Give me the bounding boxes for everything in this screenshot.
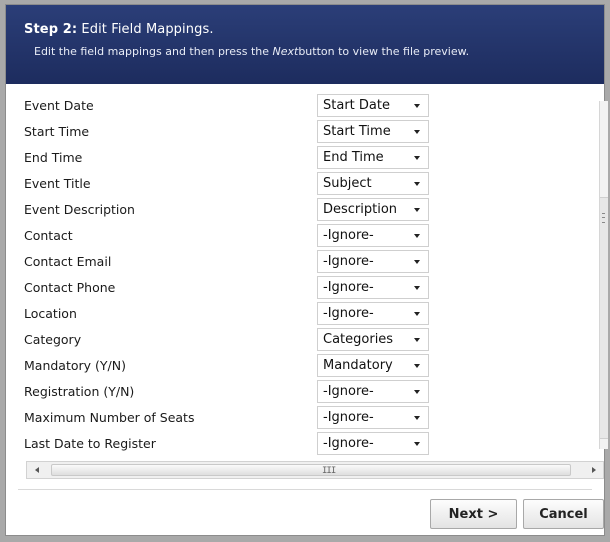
mapping-row: Contact Phone -Ignore- — [18, 275, 598, 300]
chevron-down-icon — [414, 338, 420, 342]
mapping-select-value: Start Time — [323, 124, 391, 139]
mapping-select-value: Start Date — [323, 98, 390, 113]
footer-divider — [18, 489, 592, 490]
field-label: End Time — [24, 150, 83, 165]
scroll-right-button[interactable] — [582, 462, 604, 478]
mapping-select-value: Mandatory — [323, 358, 393, 373]
instruction-post: button to view the file preview. — [298, 45, 470, 58]
mapping-select[interactable]: -Ignore- — [317, 276, 429, 299]
mapping-grid: Event Date Start Date Start Time Start Time… — [18, 93, 598, 465]
mapping-select-value: -Ignore- — [323, 436, 374, 451]
next-button[interactable]: Next > — [430, 499, 517, 529]
mapping-row: Event Description Description — [18, 197, 598, 222]
mapping-row: Event Title Subject — [18, 171, 598, 196]
mapping-select[interactable]: Mandatory — [317, 354, 429, 377]
mapping-row: Contact -Ignore- — [18, 223, 598, 248]
field-label: Contact — [24, 228, 73, 243]
mapping-select[interactable]: -Ignore- — [317, 406, 429, 429]
mapping-select-value: -Ignore- — [323, 410, 374, 425]
mapping-select-value: Categories — [323, 332, 394, 347]
mapping-select[interactable]: -Ignore- — [317, 250, 429, 273]
chevron-down-icon — [414, 208, 420, 212]
chevron-down-icon — [414, 312, 420, 316]
scroll-left-button[interactable] — [27, 462, 49, 478]
mapping-row: Event Date Start Date — [18, 93, 598, 118]
chevron-down-icon — [414, 104, 420, 108]
vertical-scrollbar[interactable] — [599, 101, 608, 449]
mapping-select-value: Description — [323, 202, 398, 217]
mapping-select[interactable]: Description — [317, 198, 429, 221]
dialog-header: Step 2: Edit Field Mappings. Edit the fi… — [6, 5, 604, 84]
arrow-left-icon — [35, 467, 39, 473]
arrow-right-icon — [592, 467, 596, 473]
field-label: Event Title — [24, 176, 91, 191]
chevron-down-icon — [414, 442, 420, 446]
header-title: Step 2: Edit Field Mappings. — [24, 22, 214, 37]
mapping-row: Location -Ignore- — [18, 301, 598, 326]
field-label: Contact Email — [24, 254, 112, 269]
chevron-down-icon — [414, 156, 420, 160]
scroll-grip-icon — [602, 213, 605, 223]
mapping-select[interactable]: Subject — [317, 172, 429, 195]
mapping-select-value: -Ignore- — [323, 384, 374, 399]
instruction-next-em: Next — [272, 45, 299, 58]
mapping-select[interactable]: End Time — [317, 146, 429, 169]
step-title: Edit Field Mappings. — [81, 22, 214, 37]
field-label: Category — [24, 332, 82, 347]
chevron-down-icon — [414, 364, 420, 368]
mapping-select-value: End Time — [323, 150, 384, 165]
mapping-row: Contact Email -Ignore- — [18, 249, 598, 274]
mapping-select-value: -Ignore- — [323, 280, 374, 295]
cancel-button[interactable]: Cancel — [523, 499, 604, 529]
field-label: Start Time — [24, 124, 90, 139]
mapping-select[interactable]: -Ignore- — [317, 432, 429, 455]
instruction-pre: Edit the field mappings and then press t… — [34, 45, 273, 58]
mapping-select-value: Subject — [323, 176, 372, 191]
vertical-scroll-thumb[interactable] — [600, 197, 608, 439]
mapping-select[interactable]: Start Date — [317, 94, 429, 117]
field-label: Maximum Number of Seats — [24, 410, 195, 425]
field-label: Contact Phone — [24, 280, 116, 295]
chevron-down-icon — [414, 130, 420, 134]
chevron-down-icon — [414, 260, 420, 264]
chevron-down-icon — [414, 390, 420, 394]
field-label: Event Description — [24, 202, 135, 217]
mapping-row: Maximum Number of Seats -Ignore- — [18, 405, 598, 430]
chevron-down-icon — [414, 286, 420, 290]
mapping-select-value: -Ignore- — [323, 306, 374, 321]
mapping-select-value: -Ignore- — [323, 254, 374, 269]
chevron-down-icon — [414, 234, 420, 238]
mapping-select[interactable]: -Ignore- — [317, 302, 429, 325]
mapping-select-value: -Ignore- — [323, 228, 374, 243]
mapping-select[interactable]: -Ignore- — [317, 380, 429, 403]
field-label: Event Date — [24, 98, 94, 113]
mapping-select[interactable]: -Ignore- — [317, 224, 429, 247]
horizontal-scroll-thumb[interactable]: III — [51, 464, 571, 476]
chevron-down-icon — [414, 182, 420, 186]
mapping-row: End Time End Time — [18, 145, 598, 170]
mapping-row: Start Time Start Time — [18, 119, 598, 144]
field-label: Location — [24, 306, 77, 321]
field-label: Mandatory (Y/N) — [24, 358, 126, 373]
header-instruction: Edit the field mappings and then press t… — [34, 45, 469, 58]
field-label: Registration (Y/N) — [24, 384, 135, 399]
horizontal-scrollbar[interactable]: III — [26, 461, 604, 479]
scroll-grip-label: III — [322, 466, 336, 476]
mapping-row: Last Date to Register -Ignore- — [18, 431, 598, 456]
mapping-select[interactable]: Start Time — [317, 120, 429, 143]
mapping-row: Registration (Y/N) -Ignore- — [18, 379, 598, 404]
mapping-select[interactable]: Categories — [317, 328, 429, 351]
step-label: Step 2: — [24, 22, 78, 37]
mapping-row: Category Categories — [18, 327, 598, 352]
field-mapping-dialog: Step 2: Edit Field Mappings. Edit the fi… — [5, 4, 608, 536]
mapping-row: Mandatory (Y/N) Mandatory — [18, 353, 598, 378]
field-label: Last Date to Register — [24, 436, 156, 451]
chevron-down-icon — [414, 416, 420, 420]
